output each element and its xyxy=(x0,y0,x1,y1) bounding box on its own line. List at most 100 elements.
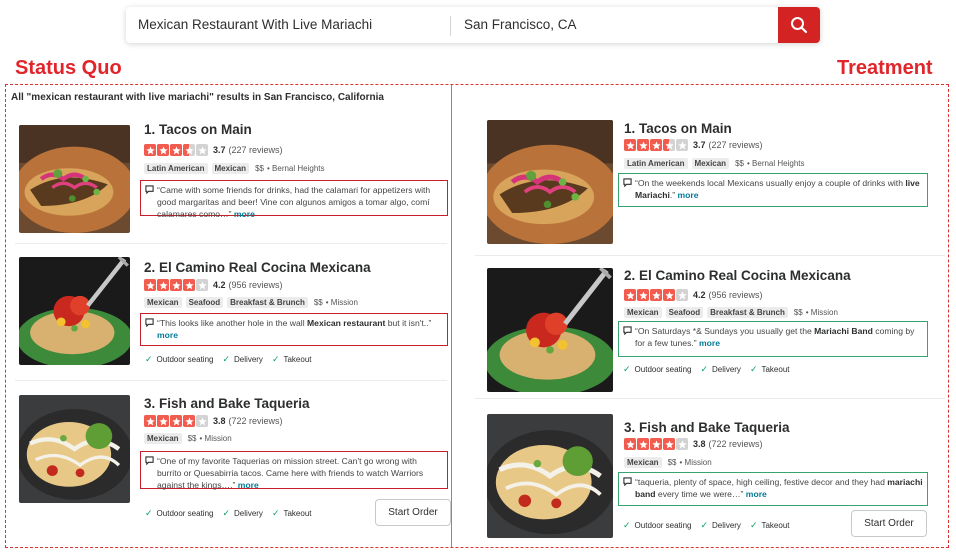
star-icon xyxy=(676,139,688,151)
review-bubble-icon xyxy=(145,456,154,465)
category-tag[interactable]: Latin American xyxy=(624,158,688,169)
review-count[interactable]: (722 reviews) xyxy=(709,439,763,449)
star-icon xyxy=(144,279,156,291)
category-tag[interactable]: Mexican xyxy=(624,457,662,468)
amenity: ✓ Delivery xyxy=(222,354,262,365)
category-tag[interactable]: Mexican xyxy=(691,158,730,169)
star-icon xyxy=(157,279,169,291)
more-link[interactable]: more xyxy=(157,330,178,340)
review-snippet: “This looks like another hole in the wal… xyxy=(140,313,448,346)
amenity: ✓ Takeout xyxy=(750,364,790,375)
star-icon xyxy=(196,144,208,156)
snippet-text: “On Saturdays *& Sundays you usually get… xyxy=(635,326,815,336)
category-tag[interactable]: Mexican xyxy=(144,433,182,444)
neighborhood: Mission xyxy=(684,458,712,467)
listing-name[interactable]: 1. Tacos on Main xyxy=(144,122,252,137)
amenity: ✓ Takeout xyxy=(750,520,790,531)
start-order-button[interactable]: Start Order xyxy=(375,499,451,526)
star-icon xyxy=(624,438,636,450)
amenity: ✓ Takeout xyxy=(272,508,312,519)
snippet-text: “One of my favorite Taquerias on mission… xyxy=(157,456,424,490)
amenity-label: Outdoor seating xyxy=(156,509,214,518)
listing-name[interactable]: 1. Tacos on Main xyxy=(624,121,732,136)
snippet-text: “On the weekends local Mexicans usually … xyxy=(635,178,906,188)
bullet-separator: • xyxy=(199,434,203,443)
more-link[interactable]: more xyxy=(238,480,259,490)
snippet-text-end: but it isn't..” xyxy=(385,318,432,328)
rating-row: 3.7 (227 reviews) xyxy=(624,139,763,151)
status-quo-title: Status Quo xyxy=(15,57,122,79)
check-icon: ✓ xyxy=(623,520,631,530)
amenity-label: Delivery xyxy=(234,509,263,518)
category-tag[interactable]: Breakfast & Brunch xyxy=(227,297,308,308)
review-count[interactable]: (227 reviews) xyxy=(709,140,763,150)
neighborhood: Bernal Heights xyxy=(752,159,805,168)
listing-photo[interactable] xyxy=(19,395,130,503)
review-snippet: “On Saturdays *& Sundays you usually get… xyxy=(618,321,928,357)
rating-value: 4.2 xyxy=(213,280,226,290)
star-icon xyxy=(676,289,688,301)
review-bubble-icon xyxy=(623,477,632,486)
review-count[interactable]: (227 reviews) xyxy=(229,145,283,155)
review-count[interactable]: (722 reviews) xyxy=(229,416,283,426)
review-count[interactable]: (956 reviews) xyxy=(229,280,283,290)
amenity: ✓ Takeout xyxy=(272,354,312,365)
rating-value: 3.7 xyxy=(213,145,226,155)
check-icon: ✓ xyxy=(749,364,758,374)
listing-photo[interactable] xyxy=(19,125,130,233)
category-tag[interactable]: Mexican xyxy=(144,297,182,308)
category-row: Mexican Seafood Breakfast & Brunch $$ • Miss… xyxy=(144,297,358,308)
category-tag[interactable]: Seafood xyxy=(665,307,704,318)
search-icon xyxy=(791,17,808,34)
star-icon xyxy=(624,139,636,151)
more-link[interactable]: more xyxy=(699,338,720,348)
review-snippet: “Came with some friends for drinks, had … xyxy=(140,180,448,219)
category-tag[interactable]: Seafood xyxy=(185,297,224,308)
category-tag[interactable]: Breakfast & Brunch xyxy=(707,307,788,318)
listing-photo[interactable] xyxy=(487,414,613,538)
listing-photo[interactable] xyxy=(19,257,130,365)
amenity: ✓ Delivery xyxy=(700,364,740,375)
price-range: $$ xyxy=(313,298,323,307)
search-find-input[interactable]: Mexican Restaurant With Live Mariachi xyxy=(138,17,372,32)
review-snippet: “On the weekends local Mexicans usually … xyxy=(618,173,928,207)
listing-name[interactable]: 2. El Camino Real Cocina Mexicana xyxy=(144,260,371,275)
review-bubble-icon xyxy=(145,185,154,194)
rating-value: 4.2 xyxy=(693,290,706,300)
category-tag[interactable]: Latin American xyxy=(144,163,208,174)
star-rating xyxy=(624,139,688,151)
rating-value: 3.7 xyxy=(693,140,706,150)
category-tag[interactable]: Mexican xyxy=(211,163,250,174)
neighborhood: Mission xyxy=(810,308,838,317)
star-icon xyxy=(196,279,208,291)
amenity-label: Outdoor seating xyxy=(156,355,214,364)
search-divider xyxy=(450,16,451,36)
snippet-text-end: every time we were…” xyxy=(655,489,744,499)
more-link[interactable]: more xyxy=(746,489,767,499)
amenity: ✓ Outdoor seating xyxy=(623,520,691,531)
listing-name[interactable]: 3. Fish and Bake Taqueria xyxy=(624,420,790,435)
review-count[interactable]: (956 reviews) xyxy=(709,290,763,300)
listing-name[interactable]: 3. Fish and Bake Taqueria xyxy=(144,396,310,411)
listing-name[interactable]: 2. El Camino Real Cocina Mexicana xyxy=(624,268,851,283)
listing-photo[interactable] xyxy=(487,120,613,244)
more-link[interactable]: more xyxy=(678,190,699,200)
more-link[interactable]: more xyxy=(234,209,255,219)
bullet-separator: • xyxy=(746,159,750,168)
rating-row: 3.8 (722 reviews) xyxy=(624,438,763,450)
listing-separator xyxy=(475,255,945,256)
category-row: Latin American Mexican $$ • Bernal Heights xyxy=(144,163,325,174)
star-rating xyxy=(144,279,208,291)
search-location-input[interactable]: San Francisco, CA xyxy=(464,17,577,32)
rating-value: 3.8 xyxy=(693,439,706,449)
amenity-label: Delivery xyxy=(712,365,741,374)
start-order-button[interactable]: Start Order xyxy=(851,510,927,537)
search-button[interactable] xyxy=(778,7,820,43)
star-rating xyxy=(144,415,208,427)
category-tag[interactable]: Mexican xyxy=(624,307,662,318)
star-rating xyxy=(624,289,688,301)
amenities-row: ✓ Outdoor seating ✓ Delivery ✓ Takeout xyxy=(145,508,321,519)
listing-photo[interactable] xyxy=(487,268,613,392)
star-icon xyxy=(676,438,688,450)
treatment-title: Treatment xyxy=(837,57,933,79)
